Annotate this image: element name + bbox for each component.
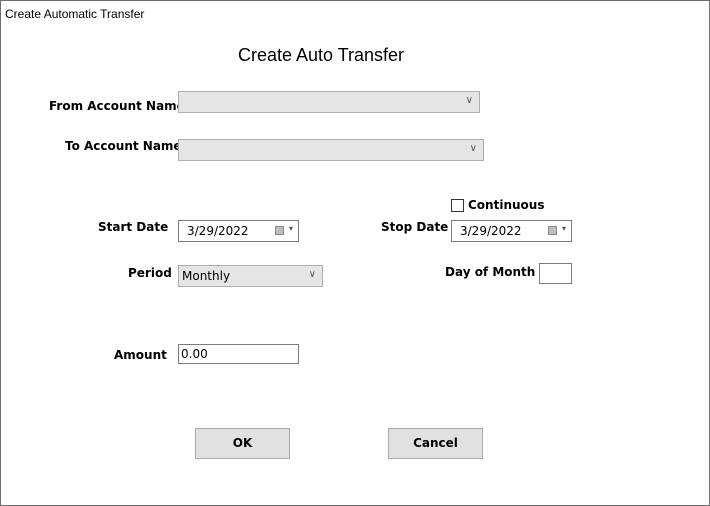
amount-label: Amount xyxy=(114,348,167,362)
stop-date-picker[interactable]: 3/29/2022 ▾ xyxy=(451,220,572,242)
start-date-label: Start Date xyxy=(98,220,169,234)
start-date-picker[interactable]: 3/29/2022 ▾ xyxy=(178,220,299,242)
ok-button[interactable]: OK xyxy=(195,428,290,459)
period-value: Monthly xyxy=(182,269,231,283)
calendar-icon[interactable] xyxy=(275,226,284,235)
chevron-down-icon: ∨ xyxy=(465,95,473,106)
caret-down-icon[interactable]: ▾ xyxy=(289,224,293,233)
window-title: Create Automatic Transfer xyxy=(5,7,145,21)
caret-down-icon[interactable]: ▾ xyxy=(562,224,566,233)
continuous-label[interactable]: Continuous xyxy=(468,198,544,212)
period-dropdown[interactable]: Monthly ∨ xyxy=(178,265,323,287)
to-account-label: To Account Name xyxy=(65,139,182,153)
from-account-label: From Account Name xyxy=(49,99,185,113)
stop-date-label: Stop Date xyxy=(381,220,449,234)
period-label: Period xyxy=(128,266,172,280)
create-automatic-transfer-window: Create Automatic Transfer Create Auto Tr… xyxy=(0,0,710,506)
chevron-down-icon: ∨ xyxy=(469,143,477,154)
amount-input[interactable]: 0.00 xyxy=(178,344,299,364)
from-account-dropdown[interactable]: ∨ xyxy=(178,91,480,113)
calendar-icon[interactable] xyxy=(548,226,557,235)
page-title: Create Auto Transfer xyxy=(237,45,405,65)
stop-date-value: 3/29/2022 xyxy=(460,224,522,238)
amount-value: 0.00 xyxy=(181,347,208,361)
cancel-button[interactable]: Cancel xyxy=(388,428,483,459)
chevron-down-icon: ∨ xyxy=(308,269,316,280)
to-account-dropdown[interactable]: ∨ xyxy=(178,139,484,161)
day-of-month-input[interactable] xyxy=(539,263,572,284)
start-date-value: 3/29/2022 xyxy=(187,224,249,238)
continuous-checkbox[interactable] xyxy=(451,199,464,212)
day-of-month-label: Day of Month xyxy=(445,265,536,279)
